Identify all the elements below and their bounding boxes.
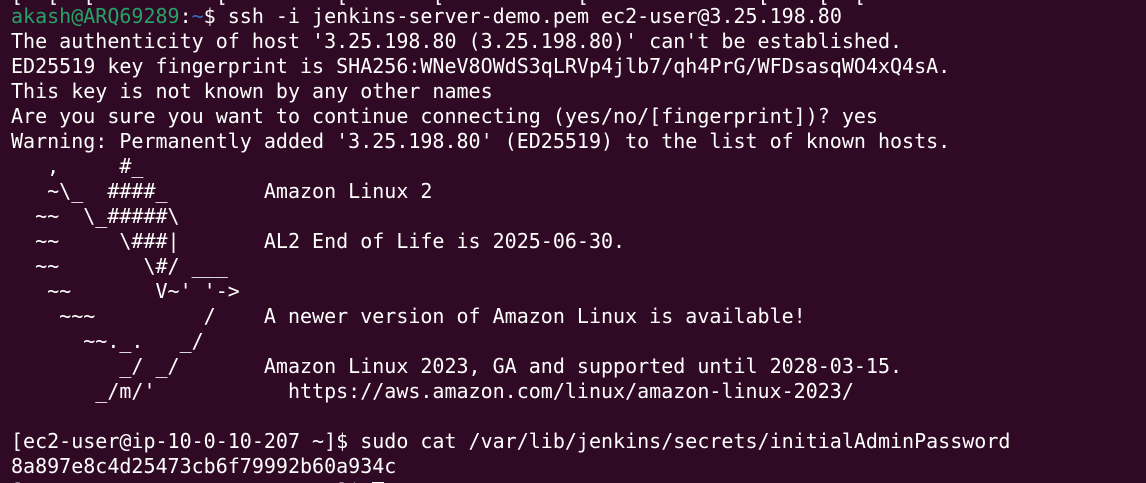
output-line: Are you sure you want to continue connec… [11, 104, 878, 128]
current-prompt: [ ]$ [11, 479, 372, 483]
banner-line: ~~ V~' '-> [11, 279, 240, 303]
banner-line: ~\_ ####_ Amazon Linux 2 [11, 179, 433, 203]
output-line: The authenticity of host '3.25.198.80 (3… [11, 29, 903, 53]
banner-line: ~~._. _/ [11, 329, 204, 353]
output-line: ED25519 key fingerprint is SHA256:WNeV8O… [11, 54, 951, 78]
banner-line: ~~~ / A newer version of Amazon Linux is… [11, 304, 806, 328]
password-output: 8a897e8c4d25473cb6f79992b60a934c [11, 454, 397, 478]
banner-line: ~~ \#/ ___ [11, 254, 228, 278]
output-line: This key is not known by any other names [11, 79, 493, 103]
local-prompt-line: akash@ARQ69289:~$ ssh -i jenkins-server-… [11, 4, 842, 29]
prompt-path: ~ [191, 4, 204, 28]
terminal-window[interactable]: [ [ [ [ [ [ [ [ [ [ akash@ARQ69289:~$ ss… [0, 0, 1146, 483]
remote-command-line: [ec2-user@ip-10-0-10-207 ~]$ sudo cat /v… [11, 429, 1011, 453]
output-line: Warning: Permanently added '3.25.198.80'… [11, 129, 951, 153]
current-prompt-line[interactable]: [ ]$ [11, 479, 385, 483]
ssh-command: ssh -i jenkins-server-demo.pem ec2-user@… [227, 4, 842, 28]
banner-line: ~~ \_#####\ [11, 204, 180, 228]
prompt-user-host: akash@ARQ69289 [11, 4, 180, 28]
prompt-separator: : [179, 4, 192, 28]
banner-line: ~~ \###| AL2 End of Life is 2025-06-30. [11, 229, 626, 253]
banner-line: _/ _/ Amazon Linux 2023, GA and supporte… [11, 354, 903, 378]
banner-line: , #_ [11, 154, 144, 178]
banner-line: _/m/' https://aws.amazon.com/linux/amazo… [11, 379, 854, 403]
prompt-symbol: $ [203, 4, 228, 28]
